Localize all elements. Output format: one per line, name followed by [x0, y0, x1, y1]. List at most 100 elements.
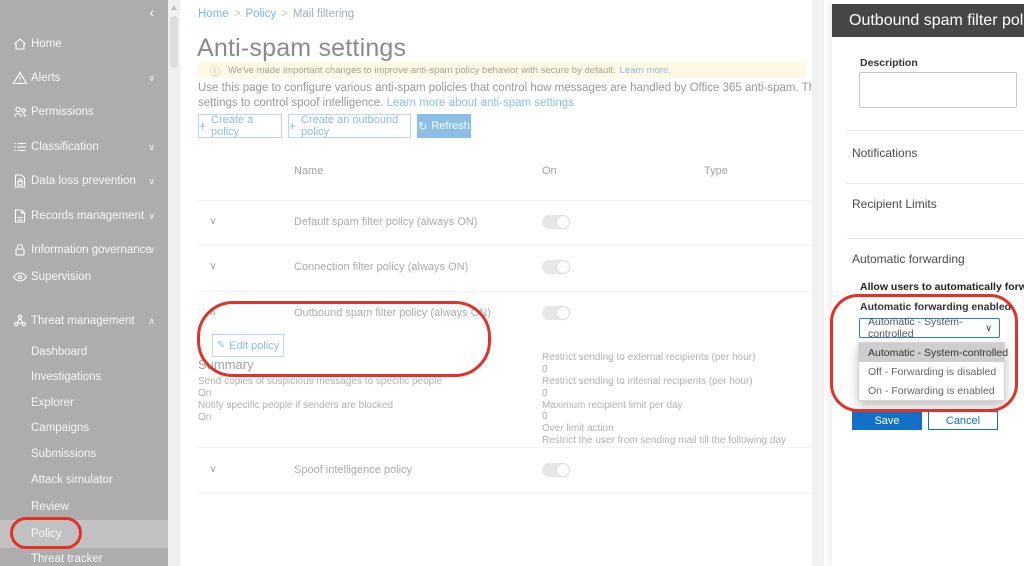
summary-item: Maximum recipient limit per day	[542, 400, 683, 411]
sidebar-subitem-label: Review	[31, 501, 69, 513]
anti-spam-settings-link[interactable]: Learn more about anti-spam settings	[387, 97, 574, 109]
column-header-name: Name	[294, 165, 324, 177]
policy-toggle[interactable]	[542, 463, 570, 477]
chevron-down-icon: ∨	[148, 244, 155, 255]
sidebar-item-label: Data loss prevention	[31, 175, 136, 187]
app: ‹ Home Alerts ∨ Permissions Classificati…	[0, 0, 1024, 566]
chevron-down-icon: ∨	[985, 322, 992, 333]
sidebar-item-label: Threat management	[31, 315, 135, 327]
row-divider	[198, 200, 812, 201]
create-policy-button[interactable]: + Create a policy	[198, 114, 282, 138]
sidebar-item-label: Supervision	[31, 271, 92, 283]
home-icon	[12, 36, 28, 52]
section-divider	[846, 130, 1024, 131]
policy-toggle[interactable]	[542, 215, 570, 229]
summary-value: 0	[542, 411, 548, 422]
scrollbar-thumb[interactable]	[170, 16, 178, 68]
sidebar-subitem-label: Submissions	[31, 448, 97, 460]
summary-heading: Summary	[198, 357, 254, 372]
sidebar-scrollbar[interactable]	[168, 0, 180, 566]
sidebar-item-submissions[interactable]: Submissions	[0, 442, 168, 466]
sidebar-subitem-label: Campaigns	[31, 422, 90, 434]
button-label: Create an outbound policy	[301, 114, 399, 138]
option-on[interactable]: On - Forwarding is enabled	[859, 381, 1004, 400]
edit-policy-button[interactable]: ✎ Edit policy	[212, 334, 284, 357]
chevron-down-icon[interactable]: ∨	[206, 261, 220, 272]
sidebar-item-attack-simulator[interactable]: Attack simulator	[0, 468, 168, 492]
column-header-on: On	[542, 165, 557, 177]
button-label: Refresh	[431, 120, 470, 132]
section-notifications[interactable]: Notifications	[852, 146, 917, 160]
policy-row-name: Default spam filter policy (always ON)	[294, 216, 478, 228]
forwarding-options-list: Automatic - System-controlled Off - Forw…	[858, 342, 1008, 401]
refresh-button[interactable]: ↻ Refresh	[417, 114, 471, 138]
sidebar-item-alerts[interactable]: Alerts ∨	[0, 64, 168, 92]
create-outbound-policy-button[interactable]: + Create an outbound policy	[288, 114, 411, 138]
sidebar-item-review[interactable]: Review	[0, 495, 168, 519]
sidebar-item-campaigns[interactable]: Campaigns	[0, 416, 168, 440]
chevron-down-icon: ∨	[148, 210, 155, 221]
sidebar-item-threat-management[interactable]: Threat management ∧	[0, 307, 168, 335]
description-label: Description	[860, 57, 918, 69]
outbound-policy-flyout: Outbound spam filter policy Description …	[832, 0, 1024, 566]
breadcrumb-current: Mail filtering	[292, 8, 355, 20]
document-lock-icon	[12, 173, 28, 189]
breadcrumb-home-link[interactable]: Home	[198, 8, 229, 20]
breadcrumb-policy-link[interactable]: Policy	[245, 8, 276, 20]
row-divider	[198, 245, 812, 246]
sidebar-item-home[interactable]: Home	[0, 30, 168, 58]
sidebar-subitem-label: Dashboard	[31, 346, 88, 358]
breadcrumb-separator: >	[233, 8, 241, 20]
classification-icon	[12, 139, 28, 155]
sidebar-item-label: Information governance	[31, 244, 152, 256]
sidebar-item-policy[interactable]: Policy	[0, 520, 168, 548]
save-button[interactable]: Save	[852, 411, 922, 430]
sidebar-item-dashboard[interactable]: Dashboard	[0, 340, 168, 364]
chevron-up-icon: ∧	[148, 315, 155, 326]
summary-value: On	[198, 412, 212, 423]
summary-item: Restrict sending to external recipients …	[542, 352, 756, 363]
scroll-up-arrow-icon[interactable]	[171, 5, 177, 10]
chevron-down-icon[interactable]: ∨	[206, 216, 220, 227]
sidebar-item-records-management[interactable]: Records management ∨	[0, 202, 168, 230]
toggle-knob	[557, 464, 569, 476]
chevron-down-icon[interactable]: ∨	[206, 464, 220, 475]
chevron-up-icon[interactable]: ∧	[206, 307, 220, 318]
plus-icon: +	[199, 119, 207, 133]
info-banner: ⓘ We've made important changes to improv…	[198, 62, 806, 78]
summary-value: 0	[542, 388, 548, 399]
summary-value: 0	[542, 364, 548, 375]
cancel-button[interactable]: Cancel	[928, 411, 998, 430]
main-scrollbar[interactable]	[812, 0, 824, 566]
option-automatic[interactable]: Automatic - System-controlled	[859, 343, 1008, 362]
section-recipient-limits[interactable]: Recipient Limits	[852, 197, 937, 211]
section-divider	[846, 238, 1024, 239]
option-off[interactable]: Off - Forwarding is disabled	[859, 362, 1004, 381]
description-input[interactable]	[859, 72, 1017, 108]
chevron-down-icon: ∨	[148, 141, 155, 152]
forwarding-enabled-select[interactable]: Automatic - System-controlled ∨	[859, 316, 1000, 340]
policy-toggle[interactable]	[542, 260, 570, 274]
sidebar-item-permissions[interactable]: Permissions	[0, 98, 168, 126]
summary-item: Notify specific people if senders are bl…	[198, 400, 394, 411]
sidebar-item-threat-tracker[interactable]: Threat tracker	[0, 547, 168, 566]
description-text: settings to control spoof intelligence.	[198, 97, 384, 109]
banner-learn-more-link[interactable]: Learn more.	[620, 65, 671, 76]
sidebar-item-investigations[interactable]: Investigations	[0, 365, 168, 389]
page-description-line2: settings to control spoof intelligence. …	[198, 97, 574, 109]
sidebar-item-label: Permissions	[31, 106, 94, 118]
edit-pencil-icon: ✎	[216, 340, 226, 351]
chevron-down-icon: ∨	[148, 175, 155, 186]
sidebar-item-label: Home	[31, 38, 62, 50]
collapse-sidebar-button[interactable]: ‹	[149, 4, 154, 20]
sidebar-item-data-loss-prevention[interactable]: Data loss prevention ∨	[0, 167, 168, 195]
sidebar-item-classification[interactable]: Classification ∨	[0, 133, 168, 161]
section-automatic-forwarding[interactable]: Automatic forwarding	[852, 252, 965, 266]
sidebar-item-supervision[interactable]: Supervision	[0, 263, 168, 291]
sidebar-item-explorer[interactable]: Explorer	[0, 391, 168, 415]
row-divider	[198, 291, 812, 292]
eye-icon	[12, 269, 28, 285]
sidebar-subitem-label: Threat tracker	[31, 553, 103, 565]
sidebar-item-information-governance[interactable]: Information governance ∨	[0, 236, 168, 264]
policy-toggle[interactable]	[542, 306, 570, 320]
